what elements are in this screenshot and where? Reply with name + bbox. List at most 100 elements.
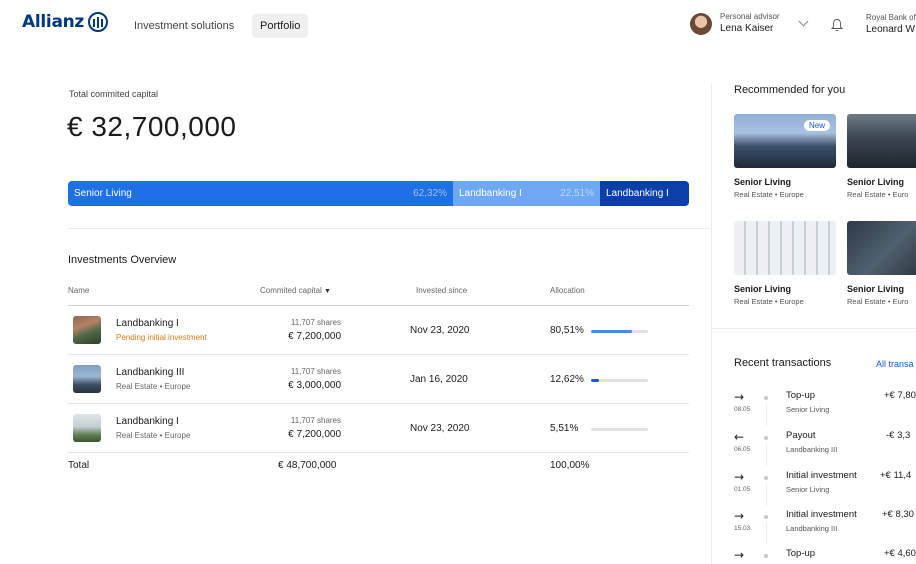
transaction-type: Initial investment: [786, 470, 857, 481]
transaction-item[interactable]: → 01.05 Initial investment Senior Living…: [734, 470, 916, 506]
new-badge: New: [803, 120, 830, 131]
transaction-item[interactable]: → 08.05 Top-up Senior Living +€ 7,80: [734, 390, 916, 426]
nav-portfolio[interactable]: Portfolio: [252, 14, 309, 38]
transaction-item[interactable]: → 15.03 Initial investment Landbanking I…: [734, 509, 916, 545]
recommendation-card[interactable]: New Senior Living Real Estate • Europe: [734, 114, 836, 199]
header-allocation: Allocation: [550, 286, 585, 295]
card-subtitle: Real Estate • Europe: [734, 190, 804, 199]
arrow-right-icon: →: [734, 548, 745, 562]
card-title: Senior Living: [734, 284, 792, 294]
header-name: Name: [68, 286, 90, 295]
allocation-segment-landbanking[interactable]: Landbanking I 22,51%: [453, 181, 600, 206]
timeline-line: [765, 404, 767, 426]
transaction-type: Top-up: [786, 390, 816, 401]
segment-label: Senior Living: [74, 188, 132, 199]
all-transactions-link[interactable]: All transa: [876, 359, 914, 369]
card-subtitle: Real Estate • Europe: [734, 297, 804, 306]
table-row[interactable]: Landbanking I Pending initial investment…: [68, 306, 689, 355]
recommended-title: Recommended for you: [734, 84, 846, 96]
investment-status: Pending initial investment: [116, 333, 207, 342]
transaction-type: Top-up: [786, 548, 816, 559]
allocation-segment-landbanking-2[interactable]: Landbanking I: [600, 181, 689, 206]
recommendation-image: [734, 221, 836, 275]
transaction-item[interactable]: ← 06.05 Payout Landbanking III -€ 3,3: [734, 430, 916, 466]
shares-count: 11,707 shares: [290, 416, 341, 425]
account-user: Leonard W: [866, 24, 915, 35]
arrow-right-icon: →: [734, 390, 745, 404]
table-row[interactable]: Landbanking III Real Estate • Europe 11,…: [68, 355, 689, 404]
transaction-amount: -€ 3,3: [886, 430, 911, 441]
transaction-fund: Senior Living: [786, 405, 830, 414]
nav-investment-solutions[interactable]: Investment solutions: [126, 14, 242, 38]
arrow-right-icon: →: [734, 509, 745, 523]
advisor-name: Lena Kaiser: [720, 23, 774, 34]
investment-category: Real Estate • Europe: [116, 431, 191, 440]
segment-label: Landbanking I: [459, 188, 522, 199]
account-menu[interactable]: Royal Bank of Leonard W: [866, 13, 916, 36]
timeline-dot: [764, 476, 768, 480]
segment-percent: 22,51%: [560, 188, 594, 199]
allianz-eagle-icon: [88, 12, 109, 32]
transaction-date: 08.05: [734, 406, 751, 413]
card-title: Senior Living: [847, 284, 905, 294]
timeline-line: [765, 444, 767, 466]
timeline-dot: [764, 436, 768, 440]
table-row[interactable]: Landbanking I Real Estate • Europe 11,70…: [68, 404, 689, 453]
recommendation-card[interactable]: Senior Living Real Estate • Europe: [734, 221, 836, 306]
invested-since: Nov 23, 2020: [410, 325, 470, 336]
allocation-bar: Senior Living 62,32% Landbanking I 22,51…: [68, 181, 689, 206]
allocation-percent: 5,51%: [550, 423, 579, 434]
sort-down-icon: ▼: [324, 288, 331, 295]
allocation-segment-senior-living[interactable]: Senior Living 62,32%: [68, 181, 453, 206]
bell-icon[interactable]: [831, 18, 843, 32]
transaction-amount: +€ 7,80: [884, 390, 916, 401]
transaction-fund: Landbanking III: [786, 445, 838, 454]
capital-value: € 32,700,000: [67, 111, 237, 142]
panel-divider: [711, 84, 712, 564]
transaction-item[interactable]: → Top-up +€ 4,60: [734, 548, 916, 564]
investment-thumbnail: [73, 316, 101, 344]
investment-category: Real Estate • Europe: [116, 382, 191, 391]
allocation-progress-fill: [591, 330, 633, 333]
card-subtitle: Real Estate • Euro: [847, 190, 909, 199]
allocation-progress-fill: [591, 379, 599, 382]
timeline-dot: [764, 396, 768, 400]
transaction-fund: Senior Living: [786, 485, 830, 494]
card-title: Senior Living: [847, 177, 905, 187]
transaction-date: 15.03: [734, 525, 751, 532]
allocation-percent: 12,62%: [550, 374, 584, 385]
arrow-left-icon: ←: [734, 430, 745, 444]
top-navigation: Allianz Investment solutions Portfolio P…: [0, 0, 916, 52]
header-capital-sortable[interactable]: Commited capital ▼: [260, 286, 331, 295]
invested-since: Nov 23, 2020: [410, 423, 470, 434]
header-invested-since: Invested since: [416, 286, 468, 295]
segment-percent: 62,32%: [413, 188, 447, 199]
recommendation-image: [847, 221, 916, 275]
recommendation-image: [847, 114, 916, 168]
allocation-progress: [591, 330, 648, 333]
investment-name: Landbanking III: [116, 367, 185, 378]
transactions-title: Recent transactions: [734, 357, 832, 369]
brand-name: Allianz: [22, 12, 85, 32]
divider: [68, 228, 710, 229]
total-amount: € 48,700,000: [278, 460, 337, 471]
recommendation-card[interactable]: Senior Living Real Estate • Euro: [847, 221, 916, 306]
investment-name: Landbanking I: [116, 416, 179, 427]
investment-thumbnail: [73, 365, 101, 393]
investment-name: Landbanking I: [116, 318, 179, 329]
brand-logo[interactable]: Allianz: [22, 12, 109, 32]
divider: [712, 328, 916, 329]
transaction-date: 06.05: [734, 446, 751, 453]
recommendation-card[interactable]: Senior Living Real Estate • Euro: [847, 114, 916, 199]
advisor-avatar: [690, 12, 712, 35]
transaction-amount: +€ 4,60: [884, 548, 916, 559]
transaction-amount: +€ 8,30: [882, 509, 914, 520]
personal-advisor-selector[interactable]: Personal advisor Lena Kaiser: [690, 12, 809, 35]
committed-amount: € 7,200,000: [288, 331, 341, 342]
transaction-type: Payout: [786, 430, 816, 441]
transaction-date: 01.05: [734, 486, 751, 493]
transaction-amount: +€ 11,4: [880, 470, 912, 481]
transaction-fund: Landbanking III: [786, 524, 838, 533]
bank-name: Royal Bank of: [866, 13, 916, 22]
timeline-dot: [764, 515, 768, 519]
